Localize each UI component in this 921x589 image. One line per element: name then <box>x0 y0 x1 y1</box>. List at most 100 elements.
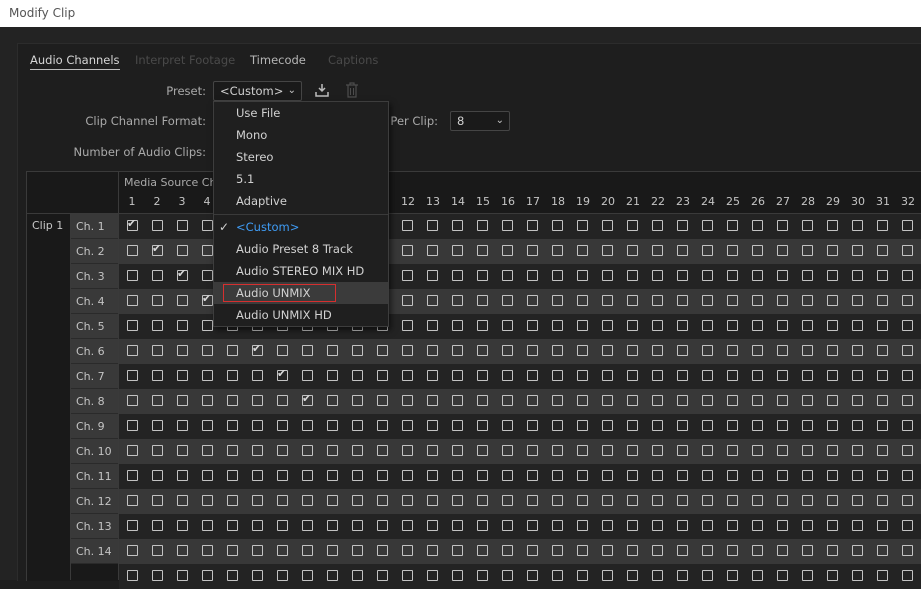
channel-checkbox[interactable] <box>577 345 588 356</box>
channel-checkbox[interactable] <box>577 395 588 406</box>
tab-captions[interactable]: Captions <box>328 53 378 67</box>
channel-checkbox[interactable] <box>152 320 163 331</box>
channel-checkbox[interactable] <box>252 342 263 356</box>
channel-checkbox[interactable] <box>327 570 338 581</box>
channel-checkbox[interactable] <box>852 270 863 281</box>
channel-checkbox[interactable] <box>627 345 638 356</box>
channel-checkbox[interactable] <box>652 295 663 306</box>
channel-checkbox[interactable] <box>827 495 838 506</box>
channel-checkbox[interactable] <box>127 270 138 281</box>
channel-checkbox[interactable] <box>902 370 913 381</box>
channel-checkbox[interactable] <box>552 420 563 431</box>
channel-checkbox[interactable] <box>527 570 538 581</box>
channel-checkbox[interactable] <box>177 370 188 381</box>
menu-item-audio-unmix[interactable]: Audio UNMIX <box>214 282 388 304</box>
channel-checkbox[interactable] <box>452 470 463 481</box>
channel-checkbox[interactable] <box>177 345 188 356</box>
channel-checkbox[interactable] <box>252 470 263 481</box>
channel-checkbox[interactable] <box>402 245 413 256</box>
channel-checkbox[interactable] <box>227 520 238 531</box>
channel-checkbox[interactable] <box>827 345 838 356</box>
channel-checkbox[interactable] <box>702 420 713 431</box>
channel-checkbox[interactable] <box>752 345 763 356</box>
channel-checkbox[interactable] <box>402 320 413 331</box>
channel-checkbox[interactable] <box>877 220 888 231</box>
channel-checkbox[interactable] <box>402 370 413 381</box>
channel-checkbox[interactable] <box>677 345 688 356</box>
channel-checkbox[interactable] <box>452 245 463 256</box>
menu-item-use-file[interactable]: Use File <box>214 102 388 124</box>
channel-checkbox[interactable] <box>777 420 788 431</box>
channel-checkbox[interactable] <box>377 420 388 431</box>
channel-checkbox[interactable] <box>152 470 163 481</box>
channel-checkbox[interactable] <box>552 520 563 531</box>
channel-checkbox[interactable] <box>552 370 563 381</box>
channel-checkbox[interactable] <box>427 520 438 531</box>
menu-item-custom[interactable]: ✓ <Custom> <box>214 216 388 238</box>
channel-checkbox[interactable] <box>252 520 263 531</box>
channel-checkbox[interactable] <box>902 270 913 281</box>
channel-checkbox[interactable] <box>477 545 488 556</box>
channel-checkbox[interactable] <box>202 445 213 456</box>
channel-checkbox[interactable] <box>827 545 838 556</box>
channel-checkbox[interactable] <box>777 520 788 531</box>
channel-checkbox[interactable] <box>902 470 913 481</box>
channel-checkbox[interactable] <box>827 270 838 281</box>
channel-checkbox[interactable] <box>302 420 313 431</box>
channel-checkbox[interactable] <box>527 270 538 281</box>
channel-checkbox[interactable] <box>752 270 763 281</box>
channel-checkbox[interactable] <box>602 245 613 256</box>
channel-checkbox[interactable] <box>127 217 138 231</box>
channel-checkbox[interactable] <box>877 520 888 531</box>
channel-checkbox[interactable] <box>552 470 563 481</box>
channel-checkbox[interactable] <box>277 367 288 381</box>
channel-checkbox[interactable] <box>677 445 688 456</box>
channel-checkbox[interactable] <box>552 495 563 506</box>
channel-checkbox[interactable] <box>602 520 613 531</box>
channel-checkbox[interactable] <box>627 420 638 431</box>
channel-checkbox[interactable] <box>327 445 338 456</box>
channel-checkbox[interactable] <box>602 270 613 281</box>
channel-checkbox[interactable] <box>252 570 263 581</box>
channel-checkbox[interactable] <box>402 270 413 281</box>
channel-checkbox[interactable] <box>777 470 788 481</box>
channel-checkbox[interactable] <box>252 420 263 431</box>
channel-checkbox[interactable] <box>427 245 438 256</box>
channel-checkbox[interactable] <box>177 320 188 331</box>
channel-checkbox[interactable] <box>277 420 288 431</box>
channel-checkbox[interactable] <box>552 345 563 356</box>
channel-checkbox[interactable] <box>377 470 388 481</box>
channel-checkbox[interactable] <box>802 320 813 331</box>
channel-checkbox[interactable] <box>752 320 763 331</box>
channel-checkbox[interactable] <box>677 220 688 231</box>
channel-checkbox[interactable] <box>652 320 663 331</box>
channel-checkbox[interactable] <box>202 320 213 331</box>
channel-checkbox[interactable] <box>702 470 713 481</box>
channel-checkbox[interactable] <box>402 295 413 306</box>
channel-checkbox[interactable] <box>427 395 438 406</box>
channel-checkbox[interactable] <box>352 345 363 356</box>
channel-checkbox[interactable] <box>527 495 538 506</box>
channel-checkbox[interactable] <box>302 392 313 406</box>
channel-checkbox[interactable] <box>627 570 638 581</box>
channel-checkbox[interactable] <box>527 320 538 331</box>
channel-checkbox[interactable] <box>877 295 888 306</box>
channel-checkbox[interactable] <box>727 395 738 406</box>
channel-checkbox[interactable] <box>152 295 163 306</box>
channel-checkbox[interactable] <box>227 470 238 481</box>
channel-checkbox[interactable] <box>477 470 488 481</box>
channel-checkbox[interactable] <box>677 395 688 406</box>
channel-checkbox[interactable] <box>552 220 563 231</box>
menu-item-adaptive[interactable]: Adaptive <box>214 190 388 212</box>
channel-checkbox[interactable] <box>427 570 438 581</box>
channel-checkbox[interactable] <box>727 295 738 306</box>
channel-checkbox[interactable] <box>202 420 213 431</box>
channel-checkbox[interactable] <box>227 420 238 431</box>
channel-checkbox[interactable] <box>677 420 688 431</box>
channel-checkbox[interactable] <box>827 220 838 231</box>
channel-checkbox[interactable] <box>852 445 863 456</box>
channel-checkbox[interactable] <box>752 245 763 256</box>
channel-checkbox[interactable] <box>727 220 738 231</box>
channel-checkbox[interactable] <box>452 395 463 406</box>
channel-checkbox[interactable] <box>502 245 513 256</box>
